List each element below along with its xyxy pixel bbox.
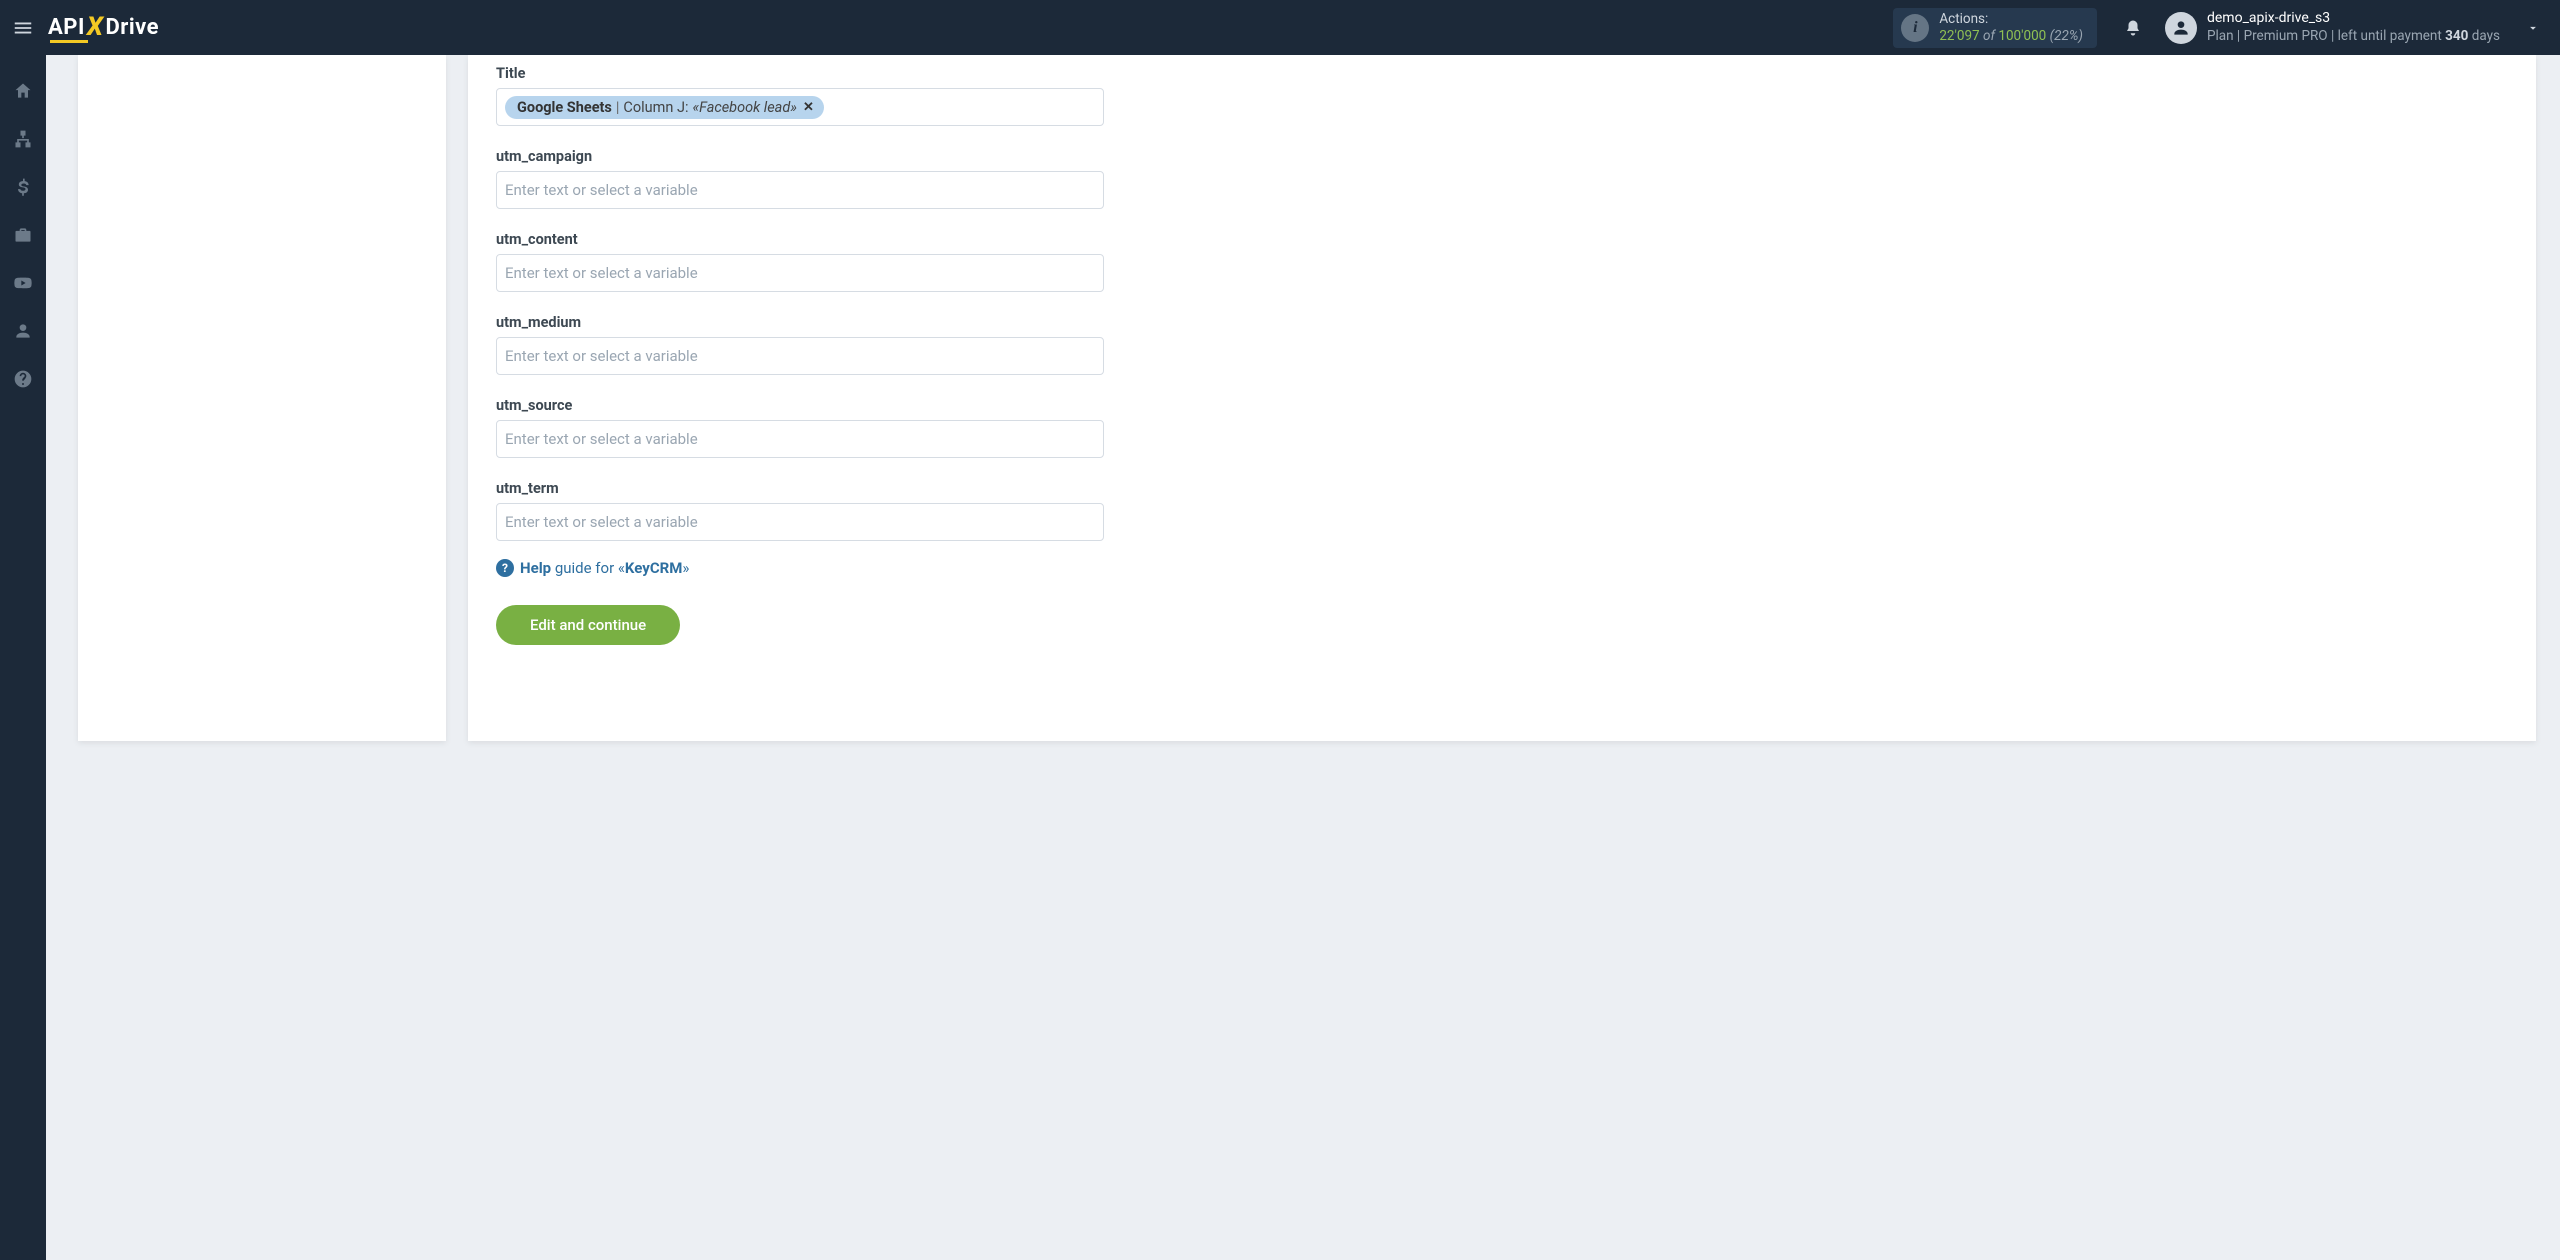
bell-icon: [2124, 19, 2142, 37]
field-group-utm-content: utm_content: [496, 231, 1104, 292]
chip-source: Google Sheets: [517, 99, 612, 116]
field-label: utm_source: [496, 397, 1104, 414]
field-input-utm-term[interactable]: [496, 503, 1104, 541]
field-label: utm_term: [496, 480, 1104, 497]
user-name: demo_apix-drive_s3: [2207, 10, 2500, 28]
actions-quota[interactable]: i Actions: 22'097 of 100'000 (22%): [1893, 8, 2097, 48]
sitemap-icon: [13, 129, 33, 149]
hamburger-icon: [12, 17, 34, 39]
user-block[interactable]: demo_apix-drive_s3 Plan | Premium PRO | …: [2207, 10, 2500, 44]
notifications-button[interactable]: [2115, 10, 2151, 46]
sidebar-item-billing[interactable]: [0, 167, 46, 207]
user-menu-toggle[interactable]: [2520, 15, 2546, 41]
top-bar: APIXDrive i Actions: 22'097 of 100'000 (…: [0, 0, 2560, 55]
field-group-utm-medium: utm_medium: [496, 314, 1104, 375]
logo-part-drive: Drive: [105, 15, 159, 40]
sidebar: [0, 55, 46, 1260]
input-utm-content[interactable]: [505, 264, 1095, 282]
field-input-utm-campaign[interactable]: [496, 171, 1104, 209]
logo-part-api: API: [48, 15, 85, 40]
help-text: Help guide for «KeyCRM»: [520, 559, 689, 577]
field-label: utm_medium: [496, 314, 1104, 331]
question-icon: ?: [496, 559, 514, 577]
user-icon: [13, 321, 33, 341]
help-guide-link[interactable]: ? Help guide for «KeyCRM»: [496, 559, 689, 577]
field-label: utm_content: [496, 231, 1104, 248]
youtube-icon: [13, 273, 33, 293]
sidebar-item-video[interactable]: [0, 263, 46, 303]
field-input-title[interactable]: Google Sheets | Column J: «Facebook lead…: [496, 88, 1104, 126]
logo[interactable]: APIXDrive: [48, 13, 159, 43]
user-plan: Plan | Premium PRO | left until payment …: [2207, 28, 2500, 45]
chip-separator: |: [616, 99, 620, 116]
avatar[interactable]: [2165, 12, 2197, 44]
chip-value: «Facebook lead»: [692, 99, 796, 116]
sidebar-item-account[interactable]: [0, 311, 46, 351]
logo-part-x: X: [87, 12, 104, 42]
input-utm-medium[interactable]: [505, 347, 1095, 365]
help-icon: [13, 369, 33, 389]
field-input-utm-source[interactable]: [496, 420, 1104, 458]
sidebar-item-home[interactable]: [0, 71, 46, 111]
chip-column: Column J:: [623, 99, 688, 116]
actions-label: Actions:: [1939, 11, 2083, 27]
user-avatar-icon: [2171, 18, 2191, 38]
field-group-utm-source: utm_source: [496, 397, 1104, 458]
input-utm-source[interactable]: [505, 430, 1095, 448]
content-area: Title Google Sheets | Column J: «Faceboo…: [46, 55, 2560, 1260]
menu-toggle[interactable]: [0, 0, 46, 55]
actions-pct: (22%): [2050, 28, 2083, 44]
field-label: utm_campaign: [496, 148, 1104, 165]
field-input-utm-content[interactable]: [496, 254, 1104, 292]
left-panel: [78, 55, 446, 741]
dollar-icon: [13, 177, 33, 197]
actions-text: Actions: 22'097 of 100'000 (22%): [1939, 11, 2083, 43]
edit-continue-button[interactable]: Edit and continue: [496, 605, 680, 645]
field-group-utm-campaign: utm_campaign: [496, 148, 1104, 209]
actions-total: 100'000: [1998, 28, 2046, 44]
input-utm-term[interactable]: [505, 513, 1095, 531]
main-panel: Title Google Sheets | Column J: «Faceboo…: [468, 55, 2536, 741]
variable-chip[interactable]: Google Sheets | Column J: «Facebook lead…: [505, 96, 824, 119]
field-input-utm-medium[interactable]: [496, 337, 1104, 375]
home-icon: [13, 81, 33, 101]
sidebar-item-work[interactable]: [0, 215, 46, 255]
sidebar-item-connections[interactable]: [0, 119, 46, 159]
input-utm-campaign[interactable]: [505, 181, 1095, 199]
field-group-utm-term: utm_term: [496, 480, 1104, 541]
mapping-form: Title Google Sheets | Column J: «Faceboo…: [496, 65, 1104, 645]
field-group-title: Title Google Sheets | Column J: «Faceboo…: [496, 65, 1104, 126]
briefcase-icon: [13, 225, 33, 245]
logo-underline: [50, 40, 88, 43]
info-icon: i: [1901, 14, 1929, 42]
sidebar-item-help[interactable]: [0, 359, 46, 399]
chip-remove-icon[interactable]: ✕: [803, 100, 814, 115]
actions-of: of: [1983, 28, 1995, 44]
field-label: Title: [496, 65, 1104, 82]
actions-used: 22'097: [1939, 28, 1979, 44]
chevron-down-icon: [2526, 21, 2540, 35]
